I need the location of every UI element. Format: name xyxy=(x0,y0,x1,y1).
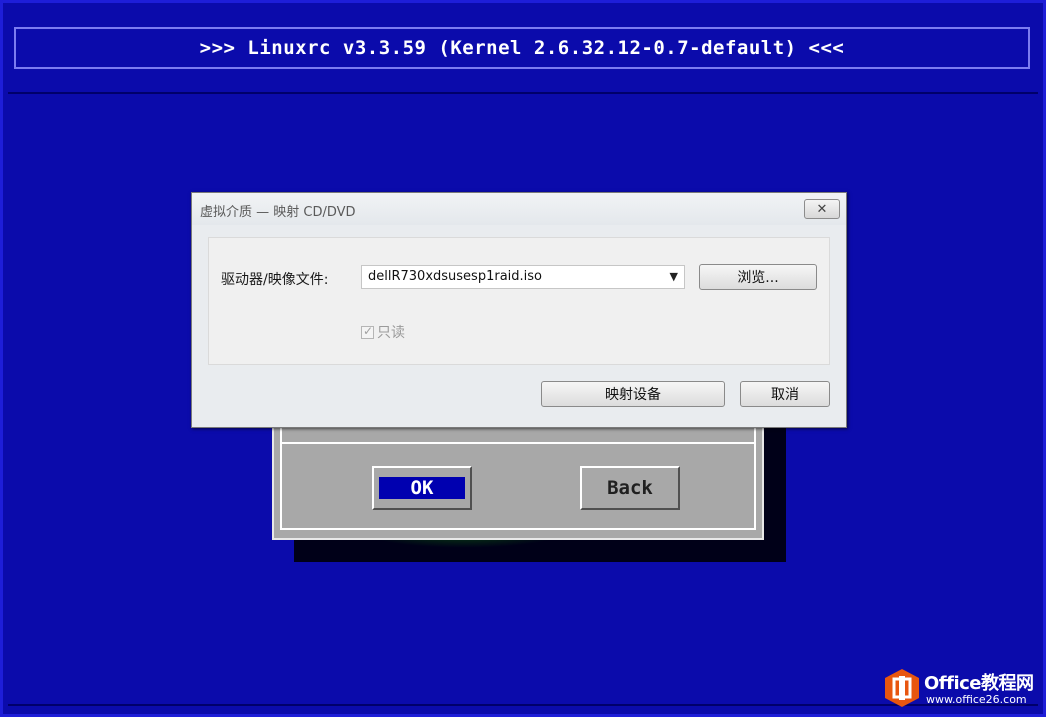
top-divider xyxy=(8,92,1038,94)
office-logo-icon xyxy=(885,669,919,707)
text-mode-dialog: OK Back xyxy=(272,410,764,540)
drive-image-label: 驱动器/映像文件: xyxy=(221,272,329,288)
watermark-brand: Office教程网 xyxy=(924,673,1034,694)
readonly-label: 只读 xyxy=(377,325,405,341)
cancel-button-label: 取消 xyxy=(771,387,799,403)
cancel-button[interactable]: 取消 xyxy=(740,381,830,407)
back-button-label: Back xyxy=(607,477,653,499)
ok-button[interactable]: OK xyxy=(372,466,472,510)
dialog-panel: 驱动器/映像文件: dellR730xdsusesp1raid.iso ▼ 浏览… xyxy=(208,237,830,365)
watermark-url: www.office26.com xyxy=(926,693,1027,706)
checkbox-icon[interactable]: ✓ xyxy=(361,323,374,339)
image-file-combobox[interactable]: dellR730xdsusesp1raid.iso ▼ xyxy=(361,265,685,289)
image-file-value: dellR730xdsusesp1raid.iso xyxy=(368,269,542,284)
back-button[interactable]: Back xyxy=(580,466,680,510)
readonly-checkbox[interactable]: ✓ 只读 xyxy=(361,322,405,342)
map-device-label: 映射设备 xyxy=(605,387,661,403)
text-dialog-separator xyxy=(282,442,754,444)
map-cd-dvd-dialog: 虚拟介质 — 映射 CD/DVD ✕ 驱动器/映像文件: dellR730xds… xyxy=(191,192,847,428)
check-icon: ✓ xyxy=(363,323,374,338)
linuxrc-title-bar: >>> Linuxrc v3.3.59 (Kernel 2.6.32.12-0.… xyxy=(14,27,1030,69)
ok-button-label: OK xyxy=(379,477,465,499)
dialog-title-bar[interactable]: 虚拟介质 — 映射 CD/DVD ✕ xyxy=(192,193,846,225)
linuxrc-title: >>> Linuxrc v3.3.59 (Kernel 2.6.32.12-0.… xyxy=(199,37,845,59)
watermark: Office教程网 www.office26.com xyxy=(882,667,1042,711)
close-icon: ✕ xyxy=(816,201,828,217)
browse-button-label: 浏览... xyxy=(737,270,779,286)
dialog-title: 虚拟介质 — 映射 CD/DVD xyxy=(200,205,356,220)
map-device-button[interactable]: 映射设备 xyxy=(541,381,725,407)
browse-button[interactable]: 浏览... xyxy=(699,264,817,290)
close-button[interactable]: ✕ xyxy=(804,199,840,219)
chevron-down-icon[interactable]: ▼ xyxy=(670,270,678,283)
